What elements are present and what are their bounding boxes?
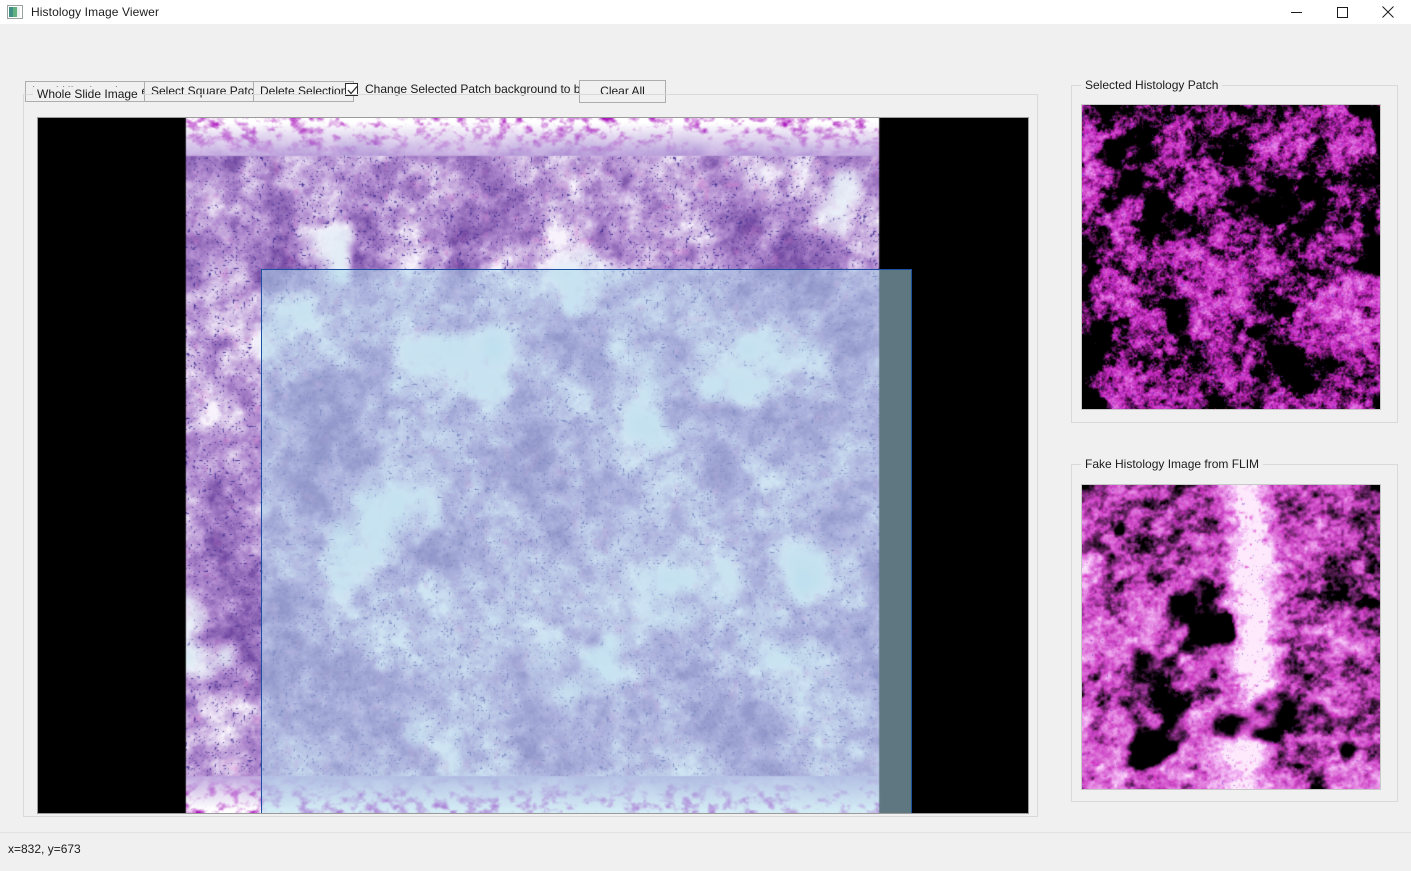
window-controls	[1273, 0, 1411, 24]
whole-slide-image-canvas[interactable]	[37, 117, 1029, 814]
maximize-icon	[1336, 6, 1348, 18]
selected-patch-canvas[interactable]	[1081, 104, 1381, 410]
minimize-icon	[1290, 11, 1302, 13]
close-button[interactable]	[1365, 0, 1411, 24]
selected-patch-bitmap	[1082, 105, 1380, 409]
toolbar: Load Histology Image Select Square Patch…	[0, 24, 1411, 103]
cursor-coordinates-label: x=832, y=673	[8, 842, 81, 856]
whole-slide-image-bitmap[interactable]	[38, 118, 1028, 813]
fake-flim-canvas[interactable]	[1081, 484, 1381, 790]
application-window: Histology Image Viewer Load Histolo	[0, 0, 1411, 871]
fake-flim-bitmap	[1082, 485, 1380, 789]
maximize-button[interactable]	[1319, 0, 1365, 24]
title-bar: Histology Image Viewer	[0, 0, 1411, 25]
selected-histology-patch-title: Selected Histology Patch	[1081, 78, 1223, 92]
minimize-button[interactable]	[1273, 0, 1319, 24]
whole-slide-image-title: Whole Slide Image	[33, 87, 142, 101]
close-icon	[1382, 6, 1394, 18]
window-title: Histology Image Viewer	[31, 5, 160, 19]
fake-flim-image-title: Fake Histology Image from FLIM	[1081, 457, 1264, 471]
app-window-icon	[7, 5, 23, 19]
status-bar: x=832, y=673	[0, 832, 1411, 871]
